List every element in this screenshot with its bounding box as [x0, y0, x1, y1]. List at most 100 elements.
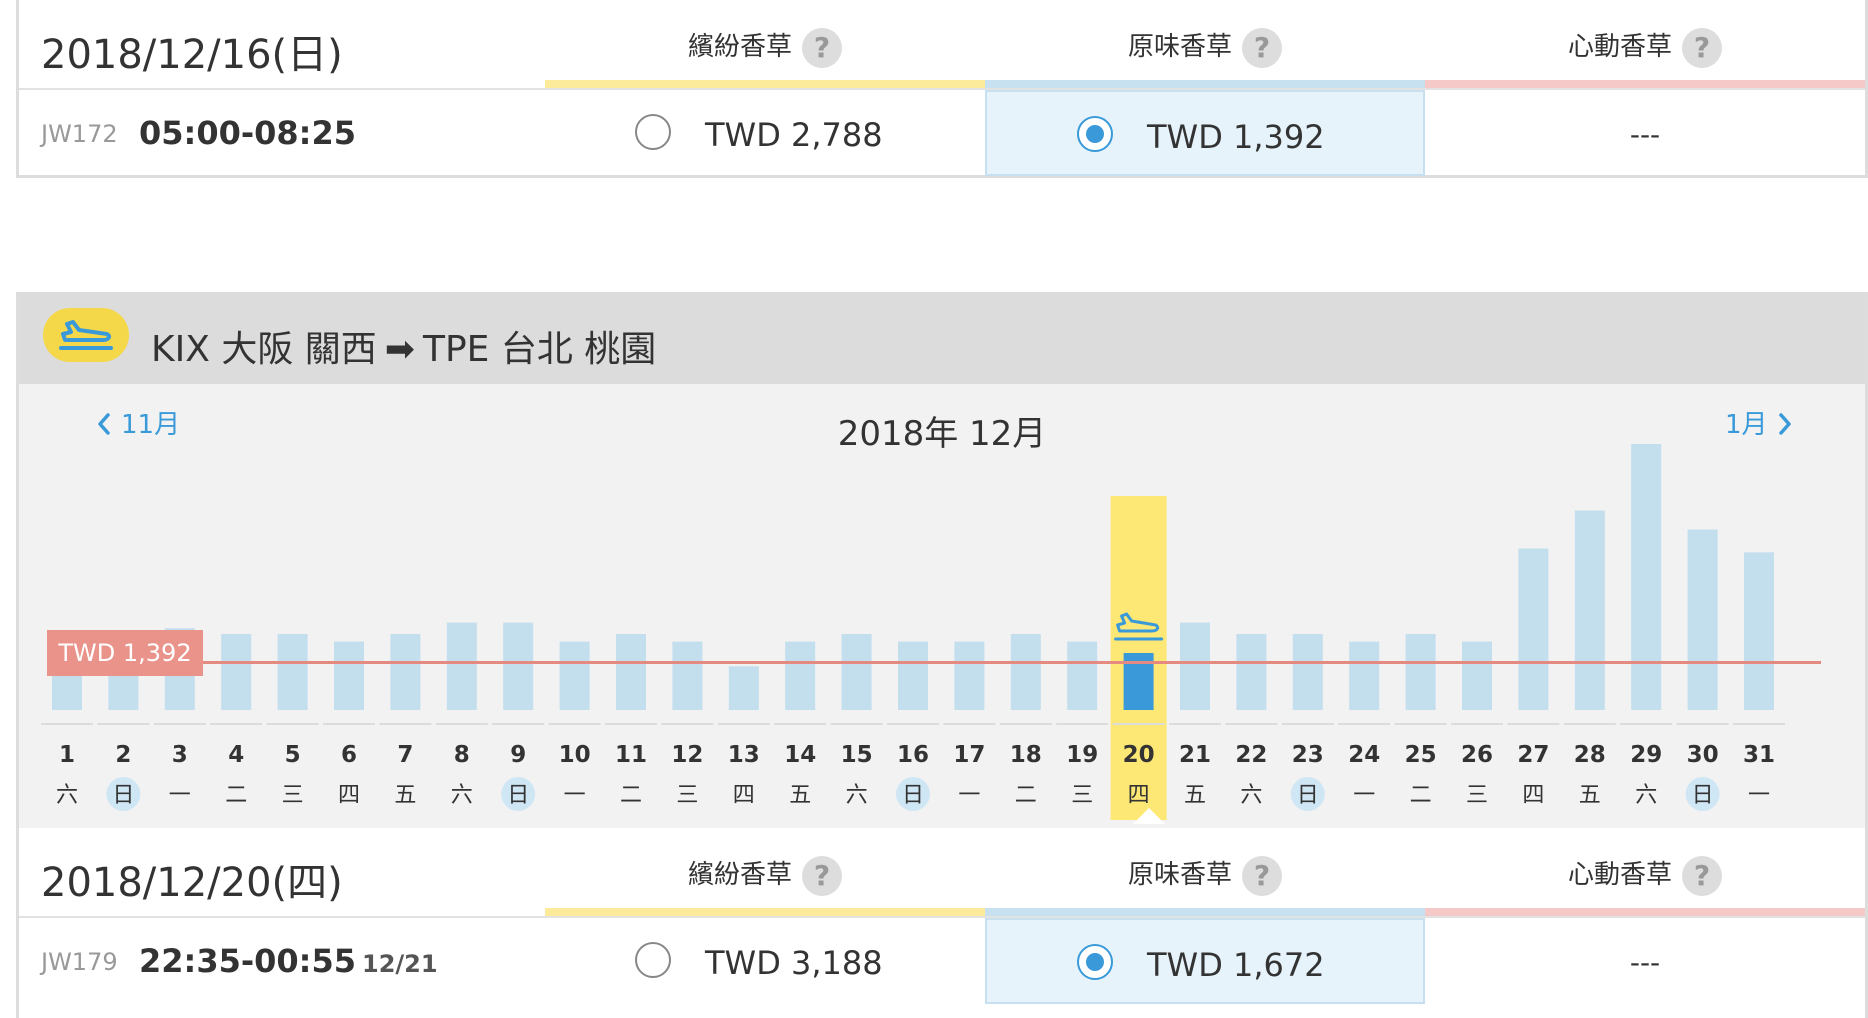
- day-number[interactable]: 19: [1066, 742, 1098, 768]
- day-number[interactable]: 16: [897, 742, 929, 768]
- class-column-1: 繽紛香草?: [545, 0, 985, 88]
- flight-number: JW179: [41, 948, 118, 976]
- selected-day-pointer: [1133, 808, 1165, 824]
- radio-button[interactable]: [635, 114, 671, 150]
- bottom-fare-card: 2018/12/20(四) 繽紛香草? 原味香草? 心動香草? JW179 22…: [16, 828, 1868, 1018]
- fare-option-3: ---: [1425, 918, 1865, 1004]
- day-number[interactable]: 28: [1574, 742, 1606, 768]
- day-number[interactable]: 3: [172, 742, 188, 768]
- weekday-label: 二: [620, 783, 642, 808]
- flight-time: 22:35-00:55 12/21: [139, 942, 438, 980]
- day-number[interactable]: 23: [1292, 742, 1324, 768]
- fare-bar[interactable]: [616, 634, 646, 710]
- day-number[interactable]: 1: [59, 742, 75, 768]
- class-color-bar: [985, 908, 1425, 916]
- fare-bar[interactable]: [841, 634, 872, 710]
- day-number[interactable]: 8: [454, 742, 470, 768]
- fare-bar[interactable]: [1292, 634, 1323, 710]
- fare-bar[interactable]: [728, 666, 759, 710]
- fare-bar[interactable]: [1687, 529, 1718, 711]
- flight-time: 05:00-08:25: [139, 114, 362, 152]
- fare-bar[interactable]: [785, 641, 816, 710]
- day-number[interactable]: 10: [559, 742, 591, 768]
- weekday-label: 一: [958, 783, 980, 808]
- fare-bar[interactable]: [1574, 510, 1605, 711]
- day-number[interactable]: 6: [341, 742, 357, 768]
- fare-bar[interactable]: [954, 641, 985, 710]
- day-number[interactable]: 24: [1348, 742, 1380, 768]
- fare-bar[interactable]: [1744, 552, 1774, 710]
- day-number[interactable]: 21: [1179, 742, 1211, 768]
- radio-button[interactable]: [635, 942, 671, 978]
- fare-bar[interactable]: [1010, 634, 1041, 710]
- fare-bar[interactable]: [1462, 641, 1492, 710]
- day-number[interactable]: 29: [1630, 742, 1662, 768]
- day-number[interactable]: 14: [784, 742, 816, 768]
- weekday-label: 五: [394, 783, 416, 808]
- fare-bar[interactable]: [898, 641, 928, 710]
- day-number[interactable]: 31: [1743, 742, 1775, 768]
- fare-option-2[interactable]: TWD 1,392: [985, 90, 1425, 176]
- weekday-label: 日: [112, 783, 134, 808]
- fare-bar[interactable]: [1518, 548, 1549, 711]
- help-icon[interactable]: ?: [1682, 27, 1722, 68]
- fare-bar[interactable]: [672, 641, 703, 710]
- day-number[interactable]: 4: [228, 742, 244, 768]
- day-number[interactable]: 2: [115, 742, 131, 768]
- fare-bar[interactable]: [1349, 641, 1380, 710]
- help-icon[interactable]: ?: [1242, 27, 1282, 68]
- weekday-label: 一: [1353, 783, 1375, 808]
- weekday-label: 二: [1015, 783, 1037, 808]
- weekday-label: 五: [789, 783, 811, 808]
- fare-bar[interactable]: [1236, 634, 1267, 710]
- class-label: 繽紛香草: [687, 32, 792, 62]
- day-number[interactable]: 26: [1461, 742, 1493, 768]
- day-number[interactable]: 9: [510, 742, 526, 768]
- weekday-label: 日: [902, 783, 924, 808]
- day-number[interactable]: 30: [1687, 742, 1719, 768]
- fare-option-1[interactable]: TWD 2,788: [545, 90, 985, 176]
- day-number[interactable]: 17: [953, 742, 985, 768]
- weekday-label: 四: [1522, 783, 1544, 808]
- help-icon[interactable]: ?: [802, 855, 842, 896]
- fare-bar[interactable]: [1067, 641, 1098, 710]
- fare-option-2[interactable]: TWD 1,672: [985, 918, 1425, 1004]
- day-number[interactable]: 11: [615, 742, 647, 768]
- fare-bar[interactable]: [559, 641, 590, 710]
- radio-button-selected[interactable]: [1077, 116, 1113, 152]
- day-number[interactable]: 5: [285, 742, 301, 768]
- fare-bar[interactable]: [221, 634, 252, 710]
- fare-option-1[interactable]: TWD 3,188: [545, 918, 985, 1004]
- day-number[interactable]: 7: [397, 742, 413, 768]
- help-icon[interactable]: ?: [1242, 855, 1282, 896]
- weekday-label: 五: [1579, 783, 1601, 808]
- weekday-label: 日: [1297, 783, 1319, 808]
- fare-bar[interactable]: [446, 622, 477, 710]
- weekday-label: 一: [1748, 783, 1770, 808]
- help-icon[interactable]: ?: [1682, 855, 1722, 896]
- class-label: 繽紛香草: [687, 860, 792, 890]
- day-number[interactable]: 22: [1235, 742, 1267, 768]
- fare-bar[interactable]: [334, 641, 364, 710]
- day-number[interactable]: 18: [1010, 742, 1042, 768]
- day-number[interactable]: 27: [1517, 742, 1549, 768]
- fare-bar[interactable]: [1180, 622, 1210, 710]
- fare-bar[interactable]: [1405, 634, 1436, 710]
- fare-option-3: ---: [1425, 90, 1865, 176]
- lowest-fare-label: TWD 1,392: [57, 639, 191, 667]
- day-number[interactable]: 20: [1123, 742, 1155, 768]
- radio-button-selected[interactable]: [1077, 944, 1113, 980]
- day-number[interactable]: 12: [671, 742, 703, 768]
- fare-bar[interactable]: [390, 634, 421, 710]
- fare-bar[interactable]: [1631, 444, 1662, 710]
- day-number[interactable]: 15: [841, 742, 873, 768]
- fare-bar[interactable]: [503, 622, 534, 710]
- day-number[interactable]: 25: [1405, 742, 1437, 768]
- day-number[interactable]: 13: [728, 742, 760, 768]
- help-icon[interactable]: ?: [802, 27, 842, 68]
- weekday-label: 二: [225, 783, 247, 808]
- weekday-label: 三: [282, 783, 304, 808]
- fare-price: TWD 1,672: [1147, 946, 1325, 984]
- fare-bar[interactable]: [277, 634, 308, 710]
- weekday-label: 六: [846, 783, 868, 808]
